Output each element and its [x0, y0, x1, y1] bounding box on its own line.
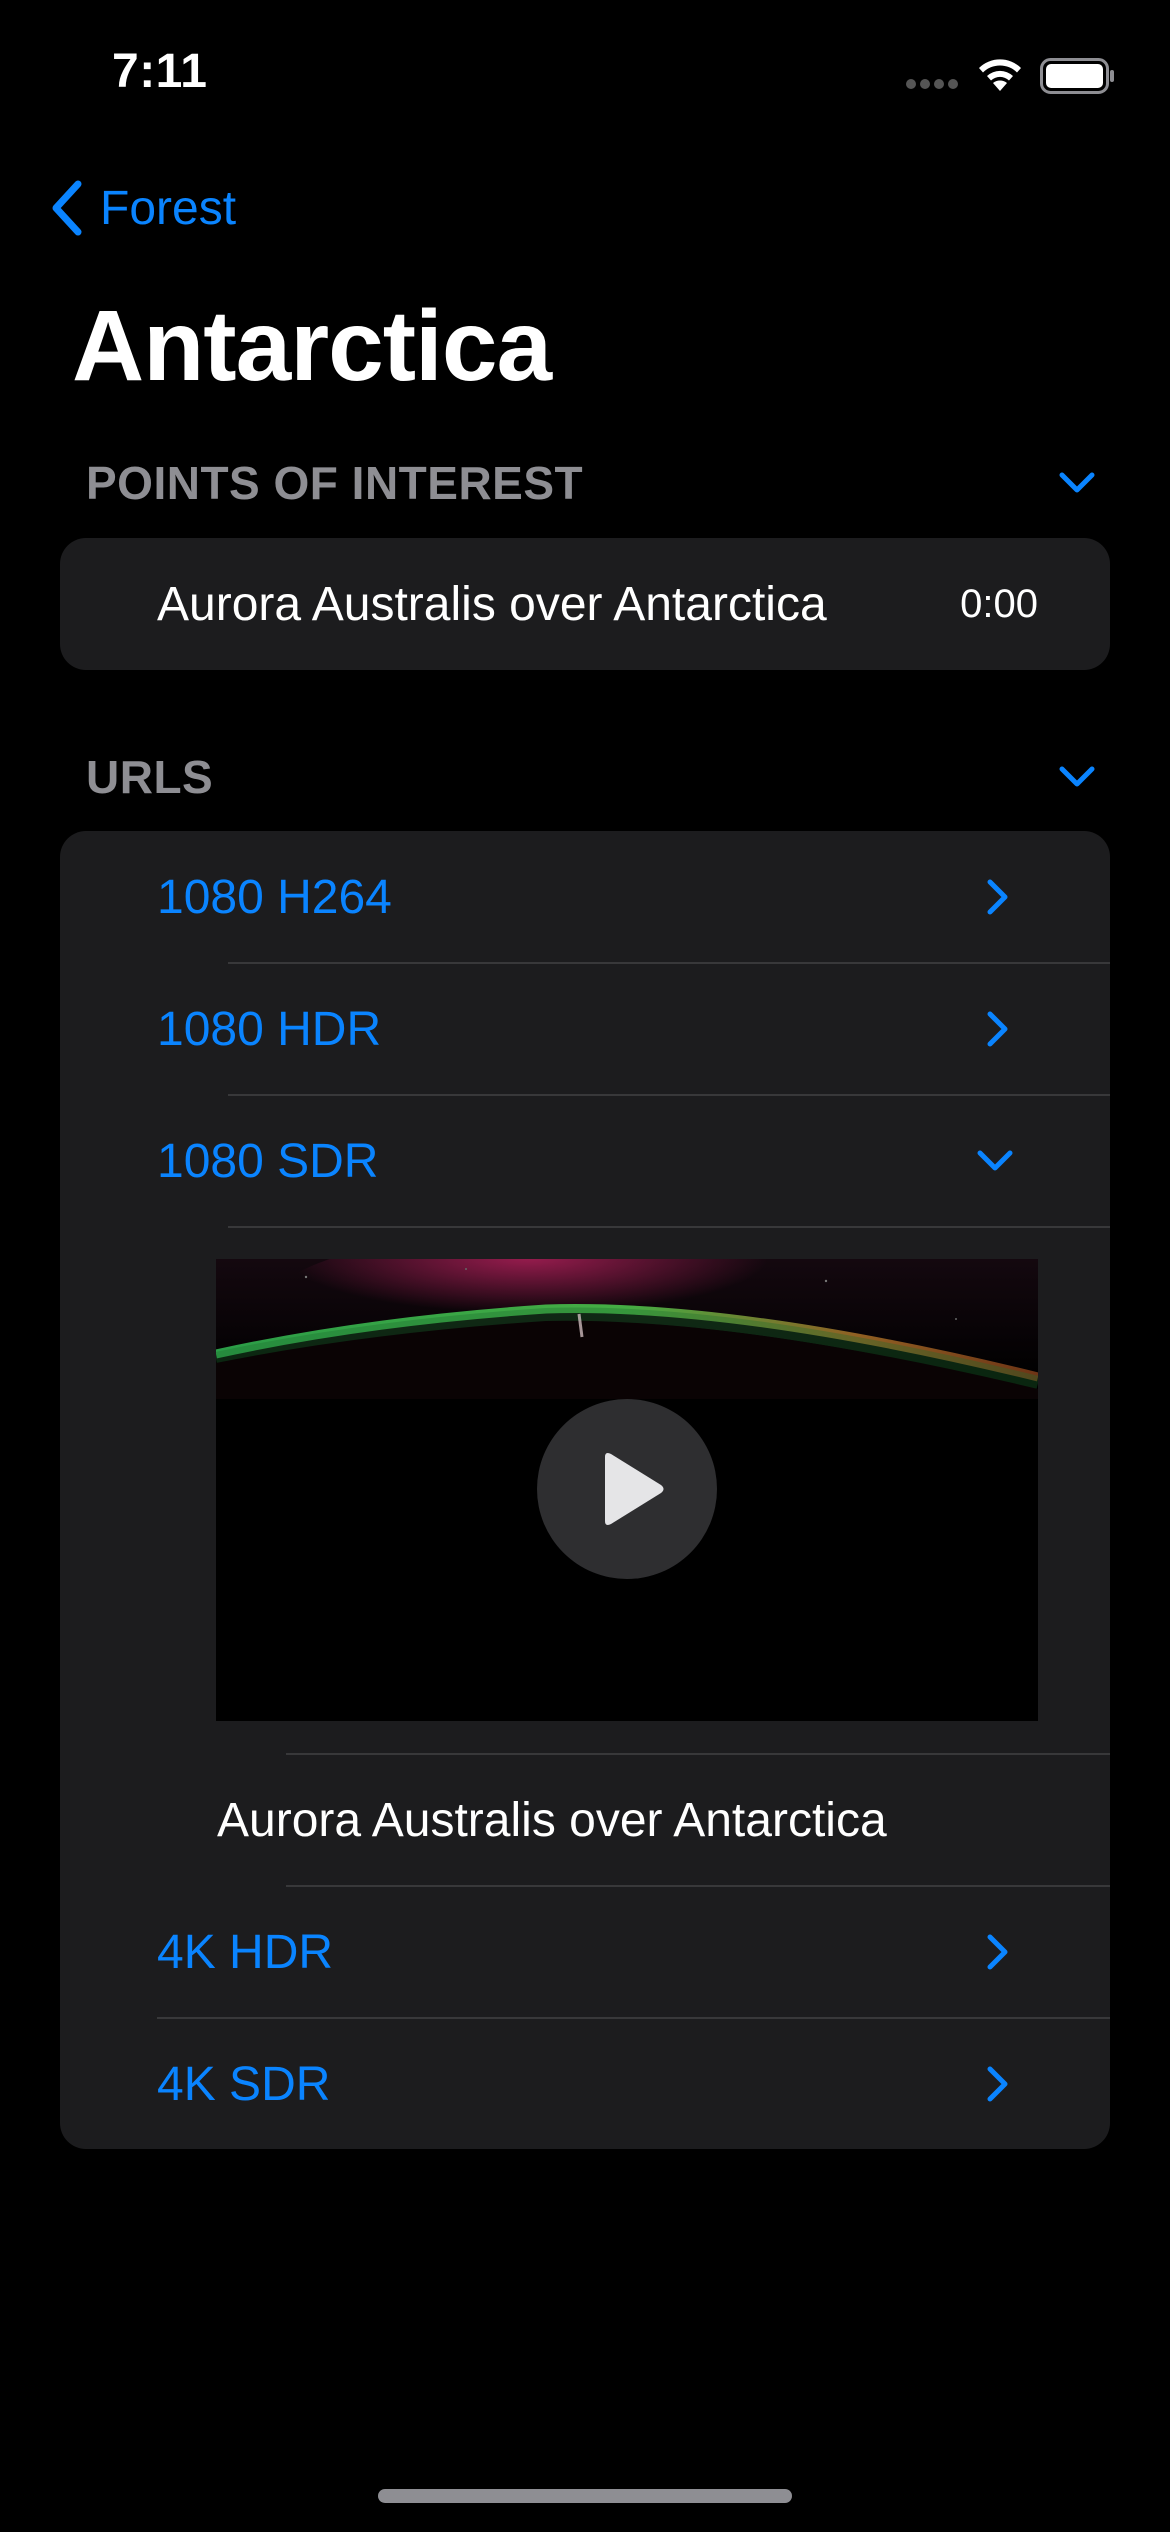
cellular-signal-icon	[906, 79, 958, 89]
poi-timestamp: 0:00	[960, 581, 1038, 626]
status-time: 7:11	[112, 45, 208, 98]
section-title: POINTS OF INTEREST	[86, 457, 584, 509]
url-label: 4K SDR	[157, 2057, 331, 2111]
chevron-right-icon	[986, 1933, 1010, 1971]
row-separator	[228, 1226, 1110, 1228]
url-label: 4K HDR	[157, 1925, 334, 1979]
page-title: Antarctica	[72, 290, 552, 402]
video-caption-row: Aurora Australis over Antarctica	[60, 1754, 1110, 1886]
urls-card: 1080 H264 1080 HDR 1080 SDR Aurora Austr…	[60, 831, 1110, 2149]
chevron-down-icon	[976, 1149, 1014, 1173]
chevron-right-icon	[986, 878, 1010, 916]
url-label: 1080 H264	[157, 870, 392, 924]
chevron-right-icon	[986, 2065, 1010, 2103]
section-header-urls[interactable]: URLS	[86, 747, 1096, 807]
chevron-left-icon	[52, 180, 82, 236]
video-player[interactable]	[216, 1259, 1038, 1721]
url-label: 1080 SDR	[157, 1134, 379, 1188]
url-row-1080-h264[interactable]: 1080 H264	[60, 831, 1110, 963]
play-button[interactable]	[537, 1399, 717, 1579]
url-row-1080-sdr[interactable]: 1080 SDR	[60, 1095, 1110, 1227]
url-label: 1080 HDR	[157, 1002, 382, 1056]
section-header-points-of-interest[interactable]: POINTS OF INTEREST	[86, 453, 1096, 513]
section-title: URLS	[86, 751, 214, 803]
chevron-down-icon[interactable]	[1058, 471, 1096, 495]
play-icon	[605, 1453, 664, 1525]
poi-row[interactable]: Aurora Australis over Antarctica 0:00	[60, 538, 1110, 670]
points-of-interest-card: Aurora Australis over Antarctica 0:00	[60, 538, 1110, 670]
url-row-4k-hdr[interactable]: 4K HDR	[60, 1886, 1110, 2018]
url-row-4k-sdr[interactable]: 4K SDR	[60, 2018, 1110, 2149]
battery-icon	[1040, 58, 1114, 94]
home-indicator[interactable]	[378, 2489, 792, 2503]
chevron-down-icon[interactable]	[1058, 765, 1096, 789]
back-button-label: Forest	[100, 181, 237, 235]
video-caption: Aurora Australis over Antarctica	[217, 1793, 887, 1847]
poi-title: Aurora Australis over Antarctica	[157, 577, 827, 631]
back-button[interactable]: Forest	[48, 176, 236, 240]
wifi-icon	[979, 59, 1021, 91]
url-row-1080-hdr[interactable]: 1080 HDR	[60, 963, 1110, 1095]
chevron-right-icon	[986, 1010, 1010, 1048]
